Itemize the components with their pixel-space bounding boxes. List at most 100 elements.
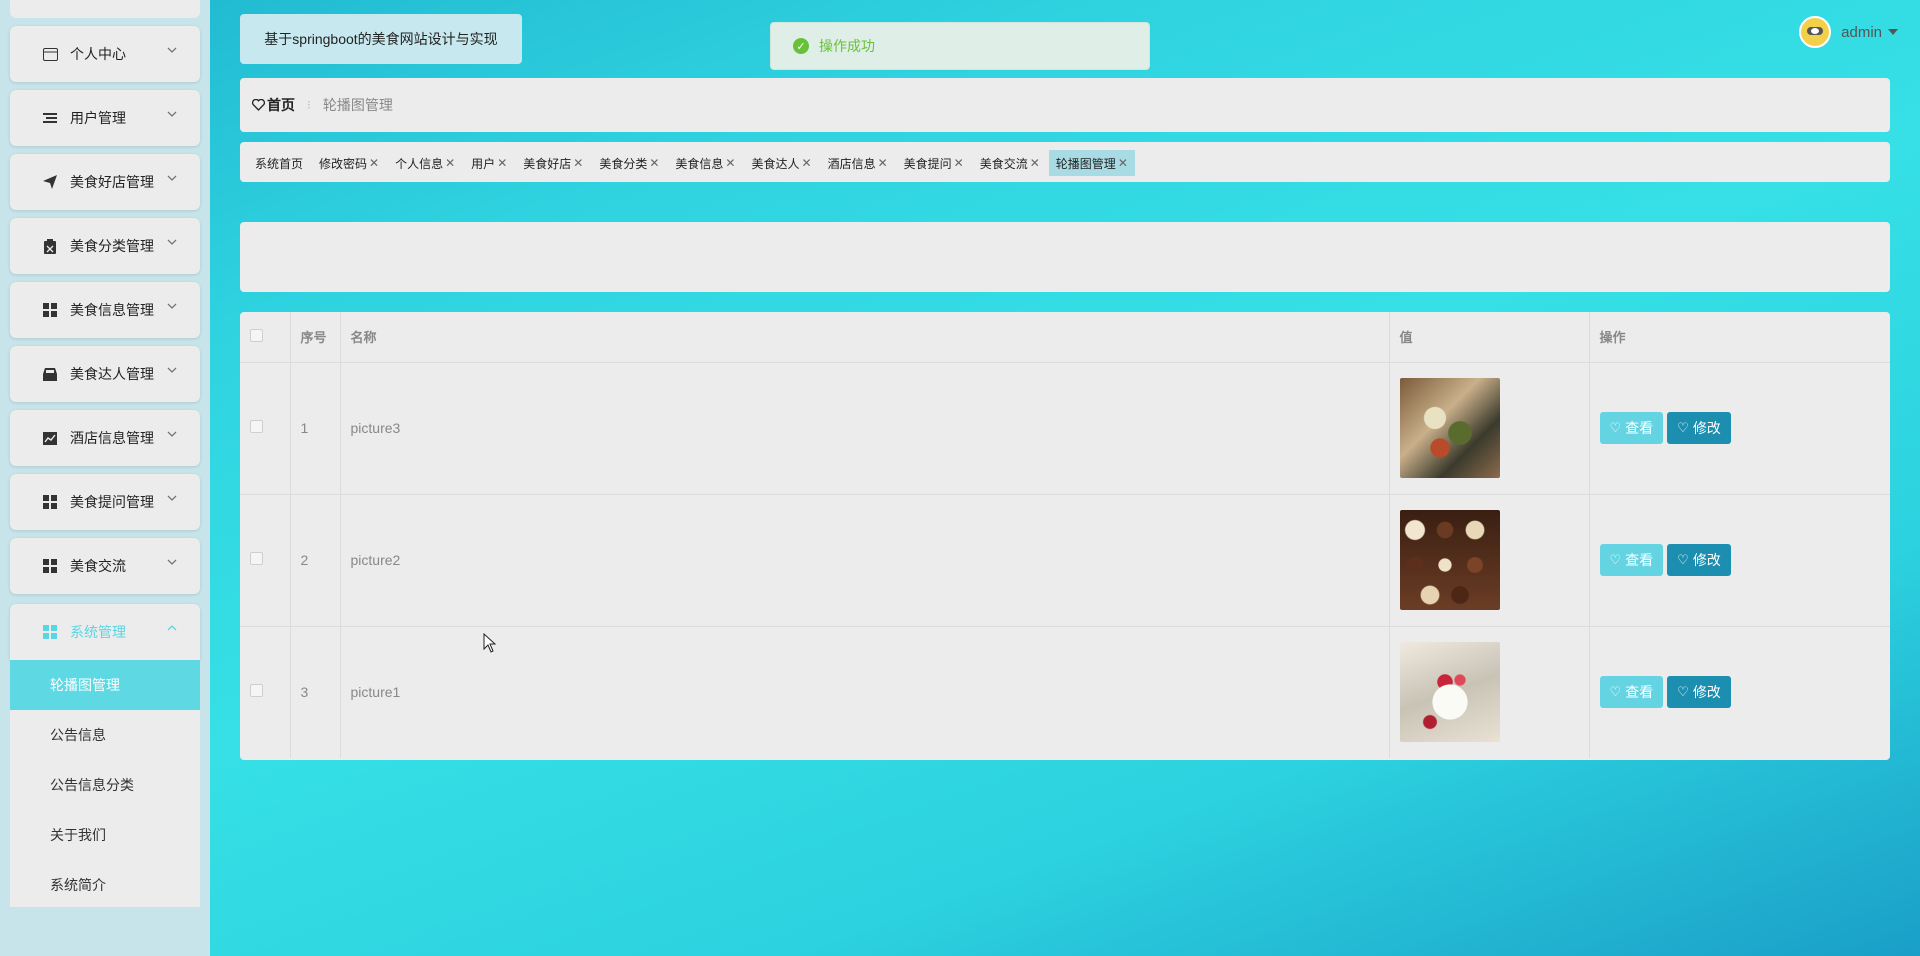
sidebar-item-food-exchange[interactable]: 美食交流: [10, 538, 200, 594]
grid-icon: [42, 302, 58, 318]
chevron-down-icon: [167, 495, 177, 501]
sidebar-item-label: 酒店信息管理: [70, 430, 154, 446]
row-name: picture2: [340, 494, 1390, 627]
chevron-down-icon: [167, 239, 177, 245]
table-row: 1 picture3 ♡ 查看 ♡ 修改: [240, 362, 1890, 495]
sidebar-item-personal-center[interactable]: 个人中心: [10, 26, 200, 82]
tab-label: 美食提问: [903, 156, 952, 171]
sidebar-item-label: 美食信息管理: [70, 302, 154, 318]
row-checkbox[interactable]: [250, 684, 263, 698]
system-submenu: 轮播图管理 公告信息 公告信息分类 关于我们 系统简介: [10, 660, 200, 907]
heart-icon: ♡: [1609, 420, 1622, 435]
sidebar-item-label: 美食好店管理: [70, 174, 154, 190]
clipboard-icon: [42, 238, 58, 254]
sidebar: 个人中心 用户管理 美食好店管理 美食分类管理 美食信息管理 美食达人管理 酒店…: [0, 0, 210, 956]
chevron-down-icon: [167, 47, 177, 53]
chevron-down-icon: [167, 431, 177, 437]
sidebar-item-label: 用户管理: [70, 110, 126, 126]
row-name: picture1: [340, 626, 1390, 758]
chevron-down-icon: [167, 559, 177, 565]
tab-food-questions[interactable]: 美食提问 ✕: [897, 150, 971, 176]
close-icon[interactable]: ✕: [1118, 156, 1128, 170]
close-icon[interactable]: ✕: [1030, 156, 1040, 170]
sidebar-item-food-expert[interactable]: 美食达人管理: [10, 346, 200, 402]
close-icon[interactable]: ✕: [878, 156, 888, 170]
edit-button[interactable]: ♡ 修改: [1667, 544, 1731, 576]
submenu-item-notice[interactable]: 公告信息: [10, 710, 200, 760]
view-button-label: 查看: [1625, 552, 1654, 568]
tab-food-exchange[interactable]: 美食交流 ✕: [973, 150, 1047, 176]
sidebar-item-label: 个人中心: [70, 46, 126, 62]
sidebar-item-food-info[interactable]: 美食信息管理: [10, 282, 200, 338]
sidebar-item-user-management[interactable]: 用户管理: [10, 90, 200, 146]
sidebar-item-good-shops[interactable]: 美食好店管理: [10, 154, 200, 210]
sidebar-item-system-management[interactable]: 系统管理: [10, 604, 200, 660]
edit-button[interactable]: ♡ 修改: [1667, 412, 1731, 444]
chevron-down-icon: [167, 367, 177, 373]
row-index: 3: [290, 626, 341, 758]
chart-icon: [42, 430, 58, 446]
tab-label: 酒店信息: [827, 156, 876, 171]
close-icon[interactable]: ✕: [369, 156, 379, 170]
close-icon[interactable]: ✕: [802, 156, 812, 170]
select-all-checkbox[interactable]: [250, 328, 263, 342]
grid-icon: [42, 558, 58, 574]
close-icon[interactable]: ✕: [445, 156, 455, 170]
tab-good-shops[interactable]: 美食好店 ✕: [516, 150, 590, 176]
row-checkbox[interactable]: [250, 420, 263, 433]
column-header-value: 值: [1389, 312, 1590, 363]
close-icon[interactable]: ✕: [725, 156, 735, 170]
success-toast: ✓ 操作成功: [770, 22, 1150, 70]
sidebar-item-food-category[interactable]: 美食分类管理: [10, 218, 200, 274]
check-circle-icon: ✓: [793, 38, 809, 54]
submenu-item-system-intro[interactable]: 系统简介: [10, 860, 200, 910]
sidebar-item-label: 系统管理: [70, 624, 126, 640]
chocolates-image: [1399, 510, 1500, 610]
tab-hotel-info[interactable]: 酒店信息 ✕: [821, 150, 895, 176]
select-all-cell: [240, 312, 291, 363]
tab-food-expert[interactable]: 美食达人 ✕: [744, 150, 818, 176]
card-icon: [42, 46, 58, 62]
view-button[interactable]: ♡ 查看: [1599, 544, 1664, 576]
edit-button[interactable]: ♡ 修改: [1667, 676, 1731, 709]
view-button-label: 查看: [1625, 684, 1654, 701]
column-header-name: 名称: [340, 312, 1390, 363]
sidebar-item-label: 美食达人管理: [70, 366, 154, 382]
close-icon[interactable]: ✕: [497, 156, 507, 170]
user-menu[interactable]: admin: [1799, 16, 1898, 48]
row-index: 2: [290, 494, 341, 627]
sidebar-item-hotel-info[interactable]: 酒店信息管理: [10, 410, 200, 466]
app-title: 基于springboot的美食网站设计与实现: [240, 14, 522, 64]
breadcrumb-home[interactable]: 首页: [252, 95, 295, 115]
column-header-index: 序号: [290, 312, 341, 363]
tab-home[interactable]: 系统首页: [248, 150, 310, 176]
tab-change-password[interactable]: 修改密码 ✕: [312, 150, 386, 176]
sidebar-item-food-questions[interactable]: 美食提问管理: [10, 474, 200, 530]
tab-food-category[interactable]: 美食分类 ✕: [592, 150, 666, 176]
tab-food-info[interactable]: 美食信息 ✕: [668, 150, 742, 176]
send-icon: [42, 174, 58, 190]
close-icon[interactable]: ✕: [649, 156, 659, 170]
sidebar-top-item[interactable]: [10, 0, 200, 18]
heart-icon: ♡: [1609, 552, 1622, 567]
close-icon[interactable]: ✕: [573, 156, 583, 170]
view-button-label: 查看: [1625, 420, 1654, 436]
edit-button-label: 修改: [1692, 420, 1721, 436]
view-button[interactable]: ♡ 查看: [1599, 676, 1664, 709]
tab-label: 轮播图管理: [1055, 156, 1116, 171]
tab-label: 美食交流: [979, 156, 1028, 171]
tab-carousel-management[interactable]: 轮播图管理 ✕: [1048, 150, 1135, 176]
submenu-item-notice-category[interactable]: 公告信息分类: [10, 760, 200, 810]
tab-label: 美食达人: [751, 156, 800, 171]
chevron-down-icon: [167, 175, 177, 181]
tab-user[interactable]: 用户 ✕: [464, 150, 514, 176]
submenu-item-about-us[interactable]: 关于我们: [10, 810, 200, 860]
mouse-cursor-icon: [483, 633, 497, 653]
tab-personal-info[interactable]: 个人信息 ✕: [388, 150, 462, 176]
close-icon[interactable]: ✕: [954, 156, 964, 170]
row-checkbox[interactable]: [250, 552, 263, 565]
edit-button-label: 修改: [1692, 684, 1721, 701]
heart-icon: ♡: [1677, 420, 1689, 435]
view-button[interactable]: ♡ 查看: [1599, 412, 1664, 444]
submenu-item-carousel[interactable]: 轮播图管理: [10, 660, 200, 710]
